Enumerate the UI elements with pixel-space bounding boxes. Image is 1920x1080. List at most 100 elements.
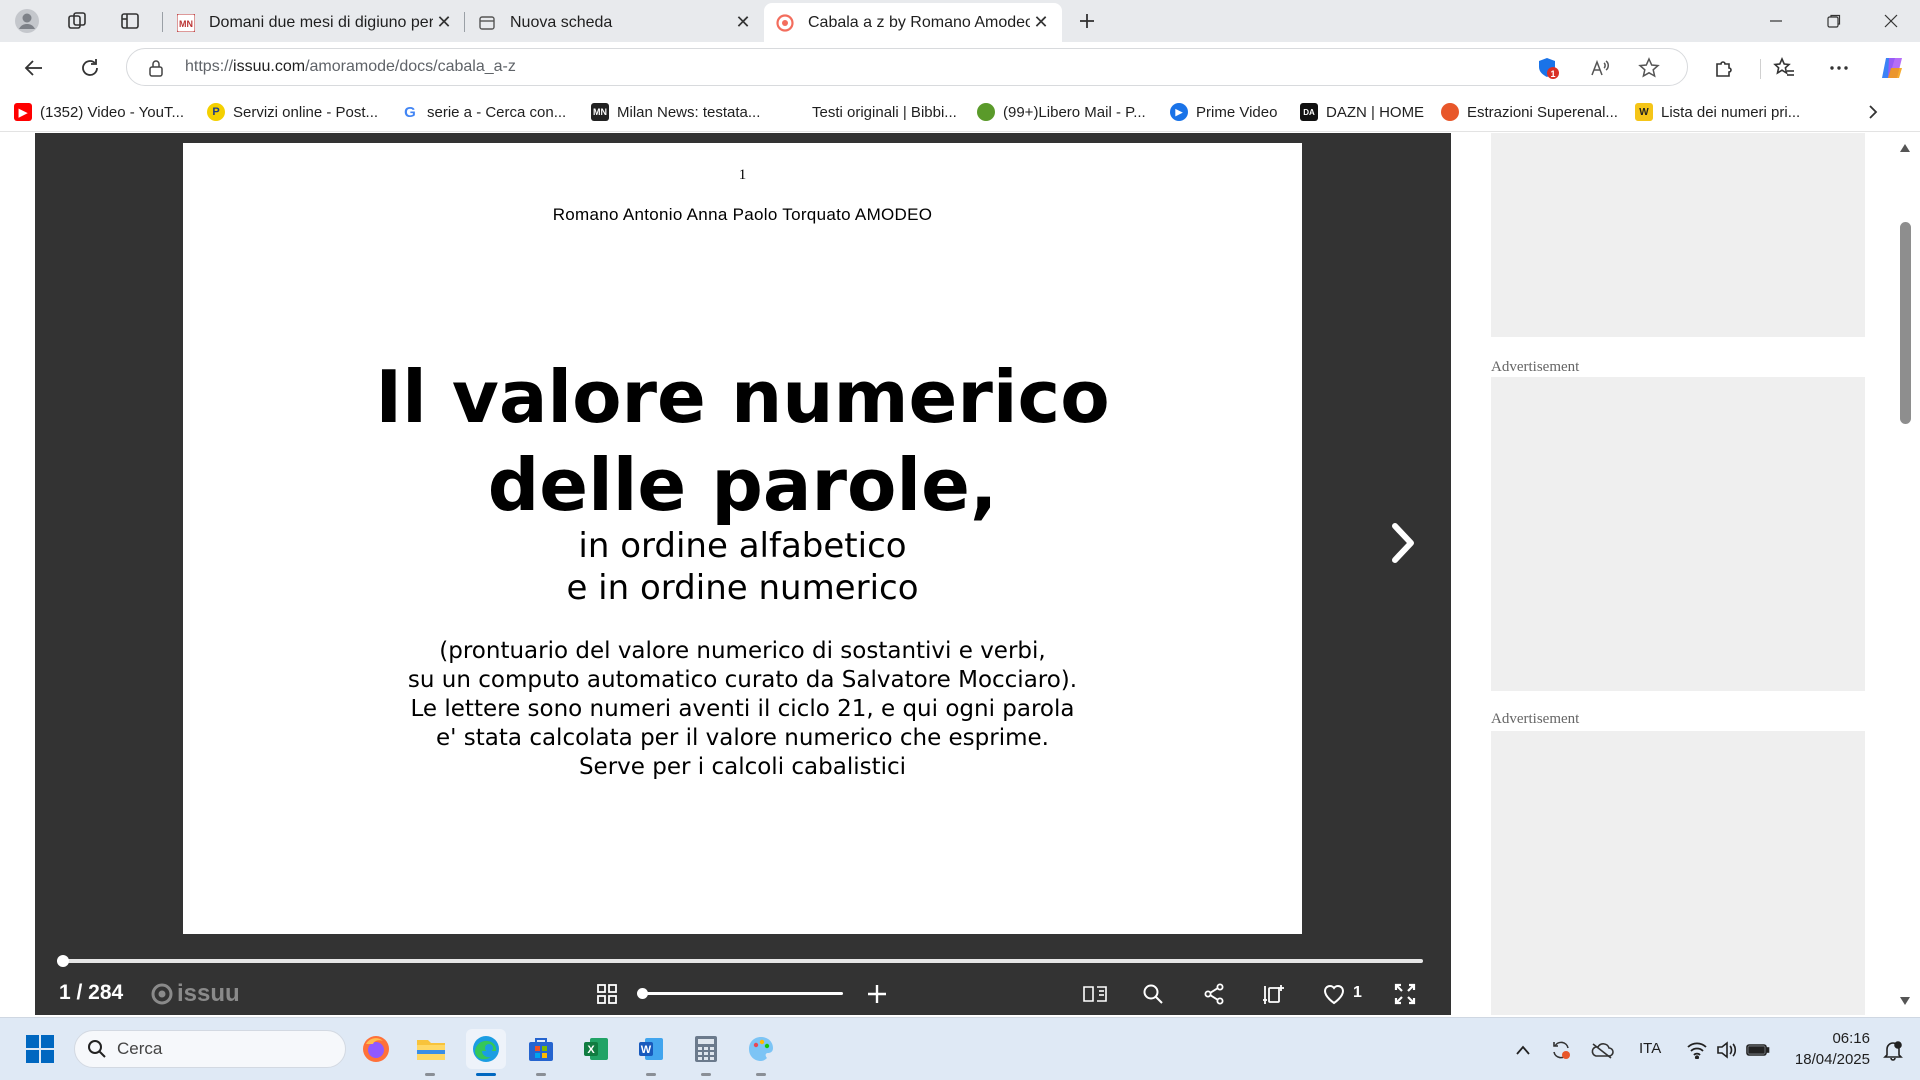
extensions-icon[interactable] <box>1707 51 1741 85</box>
page-indicator: 1 / 284 <box>59 981 124 1004</box>
address-bar[interactable]: https://issuu.com/amoramode/docs/cabala_… <box>126 48 1688 86</box>
advertisement-label: Advertisement <box>1491 711 1580 727</box>
word-icon[interactable]: W <box>631 1029 671 1069</box>
app-running-indicator <box>425 1073 435 1076</box>
scroll-down-icon[interactable] <box>1898 994 1912 1008</box>
volume-icon[interactable] <box>1714 1037 1740 1063</box>
subtitle-line: e in ordine numerico <box>566 568 919 608</box>
bookmark-dazn[interactable]: DA DAZN | HOME <box>1300 100 1424 124</box>
scrollbar-thumb[interactable] <box>1900 222 1911 424</box>
bookmark-milan-news[interactable]: MN Milan News: testata... <box>591 100 760 124</box>
tab-close-icon[interactable]: ✕ <box>732 12 754 34</box>
svg-text:W: W <box>641 1044 652 1056</box>
like-heart-icon[interactable] <box>1317 977 1351 1011</box>
calculator-icon[interactable] <box>686 1029 726 1069</box>
zoom-handle[interactable] <box>637 988 648 999</box>
tab-cabala-active[interactable]: Cabala a z by Romano Amodeo - ✕ <box>764 3 1062 42</box>
reader-mode-icon[interactable] <box>1078 977 1112 1011</box>
system-clock[interactable]: 06:16 18/04/2025 <box>1780 1028 1870 1070</box>
read-aloud-icon[interactable] <box>1585 53 1615 83</box>
tab-nuova-scheda[interactable]: Nuova scheda ✕ <box>466 3 764 42</box>
more-options-icon[interactable] <box>1822 51 1856 85</box>
bookmark-lista-numeri[interactable]: W Lista dei numeri pri... <box>1635 100 1800 124</box>
milannews-icon: MN <box>591 103 609 121</box>
wifi-icon[interactable] <box>1684 1037 1710 1063</box>
page-progress-bar[interactable] <box>57 955 1423 967</box>
favorite-star-icon[interactable] <box>1634 53 1664 83</box>
tab-domani-due-mesi[interactable]: MN Domani due mesi di digiuno per C ✕ <box>165 3 465 42</box>
youtube-icon: ▶ <box>14 103 32 121</box>
bookmark-label: Prime Video <box>1196 103 1278 121</box>
app-active-indicator <box>476 1073 496 1076</box>
favorites-icon[interactable] <box>1767 51 1801 85</box>
show-hidden-icons-chevron-icon[interactable] <box>1510 1037 1536 1063</box>
back-button[interactable] <box>17 51 51 85</box>
tab-close-icon[interactable]: ✕ <box>433 12 455 34</box>
onedrive-cloud-icon[interactable] <box>1589 1037 1615 1063</box>
profile-icon[interactable] <box>12 6 42 36</box>
extension-badge-icon[interactable]: 1 <box>1533 53 1563 83</box>
edge-browser-icon[interactable] <box>466 1029 506 1069</box>
bookmark-label: Estrazioni Superenal... <box>1467 103 1618 121</box>
subtitle-line: in ordine alfabetico <box>578 526 907 566</box>
sync-icon[interactable] <box>1548 1037 1574 1063</box>
lock-icon[interactable] <box>141 53 171 83</box>
add-to-stack-icon[interactable] <box>1256 977 1290 1011</box>
bookmark-serie-a[interactable]: G serie a - Cerca con... <box>401 100 566 124</box>
paint-icon[interactable] <box>741 1029 781 1069</box>
input-language[interactable]: ITA <box>1639 1040 1661 1057</box>
advertisement-slot[interactable] <box>1491 133 1865 337</box>
fullscreen-icon[interactable] <box>1388 977 1422 1011</box>
workspaces-icon[interactable] <box>62 6 92 36</box>
description-line: su un computo automatico curato da Salva… <box>407 667 1078 693</box>
zoom-slider[interactable] <box>637 988 843 999</box>
tab-close-icon[interactable]: ✕ <box>1030 12 1052 34</box>
toolbar-separator <box>1760 59 1761 79</box>
new-tab-page-icon <box>478 14 496 32</box>
bookmarks-bar: ▶ (1352) Video - YouT... P Servizi onlin… <box>0 92 1920 132</box>
vertical-tabs-icon[interactable] <box>115 6 145 36</box>
grid-view-icon[interactable] <box>590 977 624 1011</box>
share-icon[interactable] <box>1197 977 1231 1011</box>
scroll-up-icon[interactable] <box>1898 141 1912 155</box>
document-title: Il valore numerico delle parole, <box>183 353 1302 529</box>
bookmarks-overflow-chevron-icon[interactable] <box>1866 100 1886 124</box>
description-line: e' stata calcolata per il valore numeric… <box>436 725 1049 751</box>
next-page-chevron-icon[interactable] <box>1383 515 1423 571</box>
bookmark-youtube[interactable]: ▶ (1352) Video - YouT... <box>14 100 184 124</box>
restore-button[interactable] <box>1805 0 1863 42</box>
document-author: Romano Antonio Anna Paolo Torquato AMODE… <box>552 205 933 224</box>
url-text[interactable]: https://issuu.com/amoramode/docs/cabala_… <box>185 58 516 76</box>
bookmark-testi-originali[interactable]: Testi originali | Bibbi... <box>786 100 957 124</box>
dazn-icon: DA <box>1300 103 1318 121</box>
battery-icon[interactable] <box>1745 1037 1771 1063</box>
zoom-in-icon[interactable] <box>860 977 894 1011</box>
title-line: Il valore numerico <box>375 355 1110 439</box>
firefox-icon[interactable] <box>356 1029 396 1069</box>
bookmark-libero-mail[interactable]: (99+)Libero Mail - P... <box>977 100 1146 124</box>
notifications-bell-icon[interactable] <box>1880 1037 1906 1063</box>
excel-icon[interactable]: X <box>576 1029 616 1069</box>
bookmark-poste[interactable]: P Servizi online - Post... <box>207 100 378 124</box>
tab-label: Cabala a z by Romano Amodeo - <box>808 13 1030 31</box>
new-tab-button[interactable] <box>1071 6 1103 36</box>
bookmark-superenalotto[interactable]: Estrazioni Superenal... <box>1441 100 1618 124</box>
start-button-windows-icon[interactable] <box>20 1029 60 1069</box>
primevideo-icon: ▶ <box>1170 103 1188 121</box>
clock-date: 18/04/2025 <box>1794 1051 1870 1068</box>
microsoft-store-icon[interactable] <box>521 1029 561 1069</box>
file-explorer-icon[interactable] <box>411 1029 451 1069</box>
url-path: /amoramode/docs/cabala_a-z <box>305 58 516 75</box>
taskbar-search-box[interactable]: Cerca <box>74 1030 346 1068</box>
copilot-icon[interactable] <box>1875 51 1909 85</box>
refresh-button[interactable] <box>73 51 107 85</box>
tab-separator <box>162 12 163 32</box>
minimize-button[interactable] <box>1747 0 1805 42</box>
advertisement-slot[interactable] <box>1491 377 1865 691</box>
advertisement-slot[interactable] <box>1491 731 1865 1015</box>
document-subtitle: in ordine alfabetico e in ordine numeric… <box>183 525 1302 609</box>
search-icon[interactable] <box>1136 977 1170 1011</box>
close-window-button[interactable] <box>1862 0 1920 42</box>
bookmark-prime-video[interactable]: ▶ Prime Video <box>1170 100 1277 124</box>
progress-handle[interactable] <box>57 955 69 967</box>
